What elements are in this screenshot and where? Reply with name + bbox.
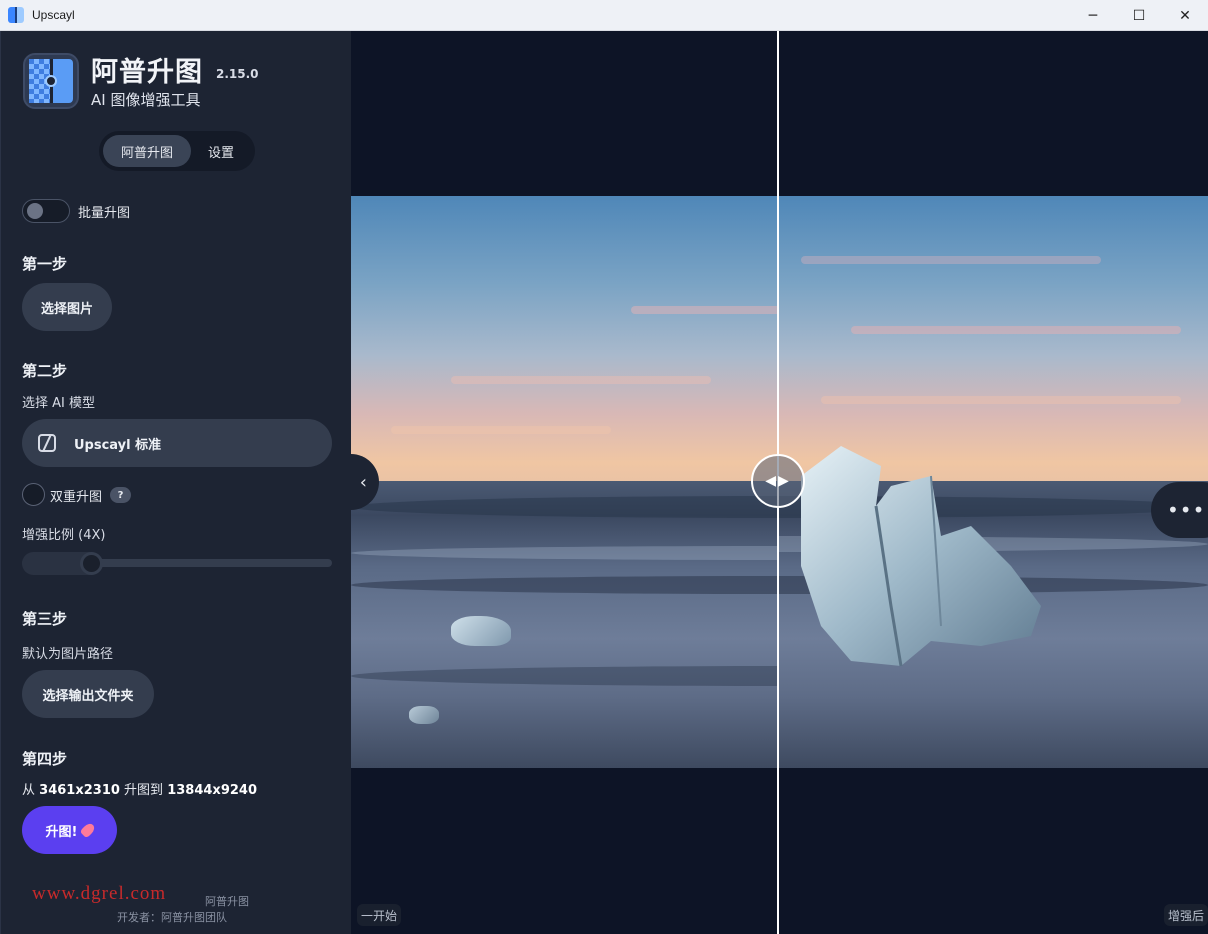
step2-heading: 第二步 <box>22 362 68 380</box>
maximize-button[interactable]: ☐ <box>1116 0 1162 31</box>
window-title: Upscayl <box>32 8 75 22</box>
window-controls: ─ ☐ ✕ <box>1070 0 1208 31</box>
scale-slider-thumb[interactable] <box>80 552 103 575</box>
select-output-folder-button[interactable]: 选择输出文件夹 <box>22 670 154 718</box>
resolution-middle: 升图到 <box>124 783 164 798</box>
before-label: 一开始 <box>357 904 402 926</box>
step4-heading: 第四步 <box>22 750 68 768</box>
model-icon <box>38 434 56 452</box>
app-subtitle: AI 图像增强工具 <box>91 91 201 109</box>
source-resolution: 3461x2310 <box>39 783 120 798</box>
batch-toggle-label: 批量升图 <box>78 206 131 221</box>
step1-heading: 第一步 <box>22 255 68 273</box>
step2-subheading: 选择 AI 模型 <box>22 396 95 411</box>
after-label: 增强后 <box>1163 904 1208 926</box>
resolution-info: 从 3461x2310 升图到 13844x9240 <box>22 779 257 798</box>
iceberg-icon <box>801 446 1041 667</box>
upscale-button[interactable]: 升图! <box>22 806 117 854</box>
double-upscale-help-icon[interactable]: ? <box>110 487 131 503</box>
tab-upscayl[interactable]: 阿普升图 <box>103 135 191 167</box>
step3-subheading: 默认为图片路径 <box>22 647 114 662</box>
upscale-button-label: 升图! <box>45 824 78 840</box>
compare-handle[interactable]: ◀▶ <box>751 454 805 508</box>
app-icon <box>8 7 24 23</box>
rocket-icon <box>79 821 97 839</box>
title-bar: Upscayl ─ ☐ ✕ <box>0 0 1208 31</box>
app-name: 阿普升图 <box>91 57 203 88</box>
main-tabs: 阿普升图 设置 <box>99 131 255 171</box>
tab-settings[interactable]: 设置 <box>191 135 251 167</box>
scale-label: 增强比例 (4X) <box>22 528 106 543</box>
model-select[interactable]: Upscayl 标准 <box>22 419 332 467</box>
app-logo-icon <box>23 53 79 109</box>
resolution-prefix: 从 <box>22 783 36 798</box>
original-image <box>351 196 778 768</box>
footer-developer: 开发者：阿普升图团队 <box>117 911 227 924</box>
step3-heading: 第三步 <box>22 610 68 628</box>
image-compare-area[interactable]: ◀▶ ‹ ••• 一开始 增强后 <box>351 31 1208 934</box>
watermark: www.dgrel.com <box>32 883 167 904</box>
double-upscale-label: 双重升图 <box>50 490 103 505</box>
batch-toggle[interactable] <box>22 199 70 223</box>
target-resolution: 13844x9240 <box>167 783 257 798</box>
sidebar: 阿普升图 2.15.0 AI 图像增强工具 阿普升图 设置 批量升图 第一步 选… <box>0 31 351 934</box>
model-select-label: Upscayl 标准 <box>74 437 162 453</box>
app-version: 2.15.0 <box>216 67 259 81</box>
minimize-button[interactable]: ─ <box>1070 0 1116 31</box>
more-options-button[interactable]: ••• <box>1151 482 1208 538</box>
double-upscale-checkbox[interactable] <box>22 483 45 506</box>
close-button[interactable]: ✕ <box>1162 0 1208 31</box>
upscaled-image <box>778 196 1208 768</box>
select-image-button[interactable]: 选择图片 <box>22 283 112 331</box>
